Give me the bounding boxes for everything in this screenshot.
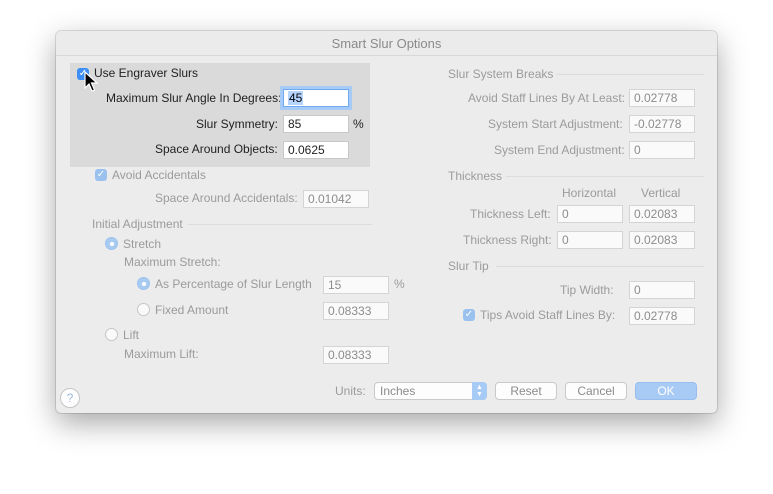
thickness-right-label: Thickness Right: bbox=[463, 233, 552, 247]
cancel-button[interactable]: Cancel bbox=[565, 382, 627, 400]
ok-button[interactable]: OK bbox=[635, 382, 697, 400]
max-slur-angle-input[interactable]: 45 bbox=[283, 89, 349, 107]
mouse-cursor-icon bbox=[84, 71, 99, 92]
initial-adjustment-separator bbox=[188, 224, 372, 225]
slur-system-breaks-heading: Slur System Breaks bbox=[448, 67, 554, 81]
slur-symmetry-input[interactable]: 85 bbox=[283, 115, 349, 133]
reset-button[interactable]: Reset bbox=[495, 382, 557, 400]
avoid-accidentals-label: Avoid Accidentals bbox=[112, 168, 206, 182]
lift-radio[interactable] bbox=[105, 328, 118, 341]
use-engraver-slurs-label: Use Engraver Slurs bbox=[94, 66, 199, 80]
max-slur-angle-value: 45 bbox=[288, 91, 304, 105]
thickness-left-vertical-input[interactable]: 0.02083 bbox=[629, 205, 695, 223]
system-start-adjustment-label: System Start Adjustment: bbox=[488, 117, 623, 131]
title-bar[interactable]: Smart Slur Options bbox=[56, 31, 717, 56]
units-label: Units: bbox=[335, 384, 366, 398]
thickness-left-horizontal-input[interactable]: 0 bbox=[557, 205, 623, 223]
initial-adjustment-heading: Initial Adjustment bbox=[92, 217, 183, 231]
space-around-objects-input[interactable]: 0.0625 bbox=[283, 141, 349, 159]
as-percentage-unit: % bbox=[394, 277, 405, 291]
tip-width-label: Tip Width: bbox=[560, 283, 614, 297]
avoid-staff-lines-input[interactable]: 0.02778 bbox=[629, 89, 695, 107]
maximum-stretch-label: Maximum Stretch: bbox=[124, 255, 221, 269]
tips-avoid-staff-lines-input[interactable]: 0.02778 bbox=[629, 307, 695, 325]
smart-slur-options-dialog: Smart Slur Options ✓ Use Engraver Slurs … bbox=[56, 31, 717, 413]
horizontal-column-header: Horizontal bbox=[562, 186, 617, 200]
space-around-accidentals-label: Space Around Accidentals: bbox=[155, 191, 298, 205]
slur-symmetry-unit: % bbox=[353, 117, 364, 131]
stretch-radio[interactable] bbox=[105, 237, 118, 250]
lift-label: Lift bbox=[123, 328, 140, 342]
system-start-adjustment-input[interactable]: -0.02778 bbox=[629, 115, 695, 133]
as-percentage-radio[interactable] bbox=[137, 277, 150, 290]
thickness-right-vertical-input[interactable]: 0.02083 bbox=[629, 231, 695, 249]
thickness-heading: Thickness bbox=[448, 169, 503, 183]
fixed-amount-input[interactable]: 0.08333 bbox=[323, 302, 389, 320]
system-end-adjustment-label: System End Adjustment: bbox=[494, 143, 625, 157]
thickness-separator bbox=[506, 176, 704, 177]
tip-width-input[interactable]: 0 bbox=[629, 281, 695, 299]
as-percentage-input[interactable]: 15 bbox=[323, 276, 389, 294]
tips-avoid-staff-lines-checkbox[interactable]: ✓ bbox=[463, 309, 475, 321]
avoid-accidentals-checkbox[interactable]: ✓ bbox=[95, 169, 107, 181]
window-title: Smart Slur Options bbox=[331, 36, 442, 51]
thickness-left-label: Thickness Left: bbox=[470, 207, 551, 221]
fixed-amount-radio[interactable] bbox=[137, 303, 150, 316]
fixed-amount-label: Fixed Amount bbox=[155, 303, 229, 317]
system-breaks-separator bbox=[556, 74, 704, 75]
select-arrows-icon: ▲ ▼ bbox=[472, 382, 487, 400]
units-select-value: Inches bbox=[380, 384, 416, 398]
space-around-accidentals-input[interactable]: 0.01042 bbox=[303, 190, 369, 208]
slur-tip-separator bbox=[496, 266, 704, 267]
units-select[interactable]: Inches ▲ ▼ bbox=[374, 382, 487, 400]
system-end-adjustment-input[interactable]: 0 bbox=[629, 141, 695, 159]
maximum-lift-input[interactable]: 0.08333 bbox=[323, 346, 389, 364]
slur-tip-heading: Slur Tip bbox=[448, 259, 489, 273]
slur-symmetry-label: Slur Symmetry: bbox=[196, 117, 279, 131]
maximum-lift-label: Maximum Lift: bbox=[124, 347, 199, 361]
max-slur-angle-label: Maximum Slur Angle In Degrees: bbox=[106, 91, 282, 105]
vertical-column-header: Vertical bbox=[641, 186, 681, 200]
as-percentage-label: As Percentage of Slur Length bbox=[155, 277, 312, 291]
space-around-objects-label: Space Around Objects: bbox=[155, 142, 278, 156]
thickness-right-horizontal-input[interactable]: 0 bbox=[557, 231, 623, 249]
tips-avoid-staff-lines-label: Tips Avoid Staff Lines By: bbox=[480, 308, 616, 322]
help-button[interactable]: ? bbox=[60, 388, 80, 408]
stretch-label: Stretch bbox=[123, 237, 162, 251]
avoid-staff-lines-label: Avoid Staff Lines By At Least: bbox=[468, 91, 625, 105]
